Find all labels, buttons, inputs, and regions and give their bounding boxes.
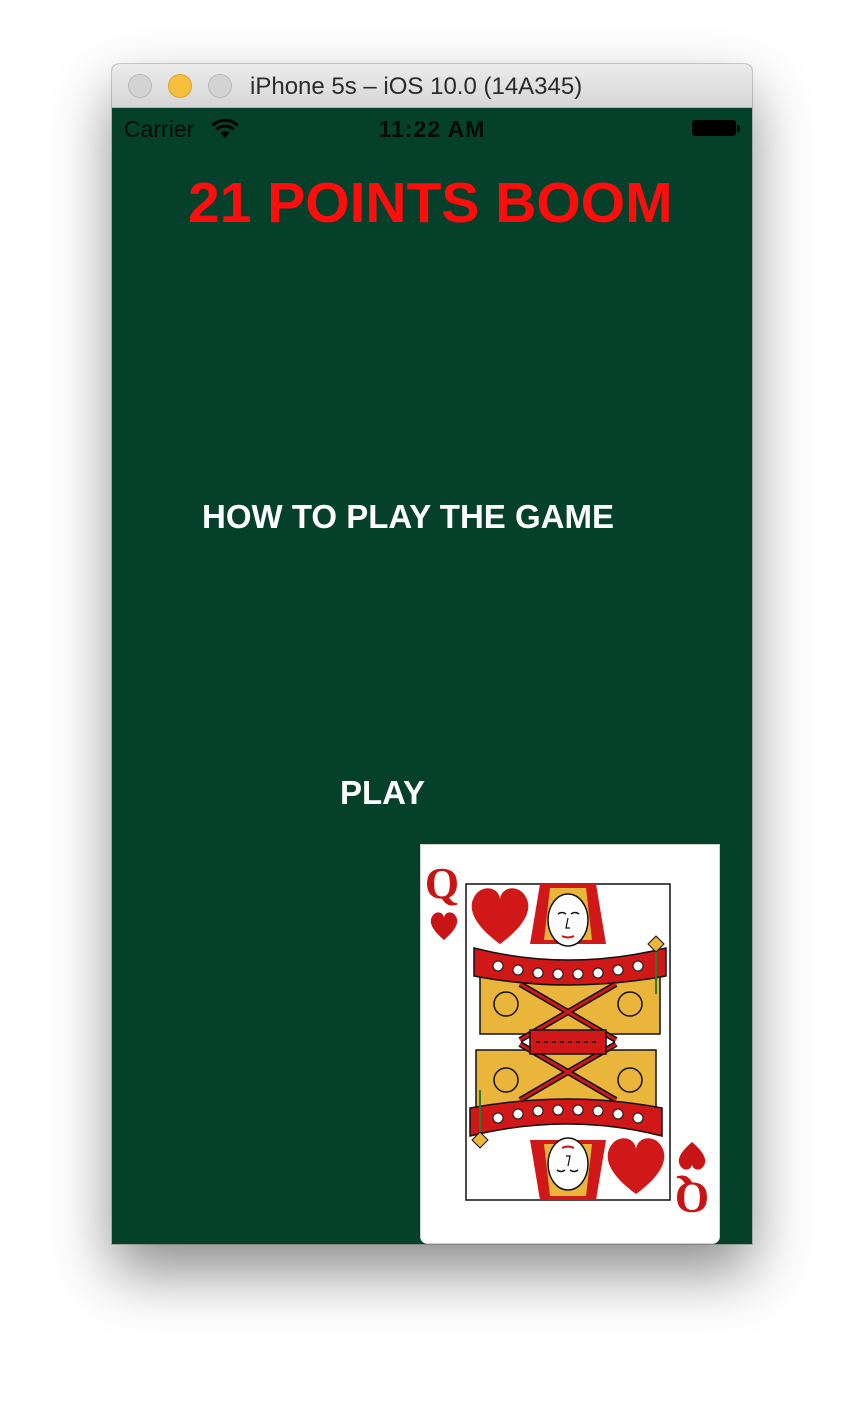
play-button[interactable]: PLAY [340, 774, 425, 812]
status-bar: Carrier 11:22 AM [112, 108, 752, 148]
zoom-window-button[interactable] [208, 74, 232, 98]
queen-of-hearts-card-image: Q Q [420, 844, 720, 1244]
game-title: 21 POINTS BOOM [188, 171, 673, 235]
how-to-play-button[interactable]: HOW TO PLAY THE GAME [112, 498, 728, 536]
card-rank-bottom: Q [675, 1173, 709, 1222]
clock-time: 11:22 AM [378, 116, 486, 142]
window-title: iPhone 5s – iOS 10.0 (14A345) [250, 73, 583, 100]
battery-icon [692, 120, 740, 136]
card-rank-top: Q [425, 859, 459, 908]
minimize-window-button[interactable] [168, 74, 192, 98]
window-titlebar[interactable]: iPhone 5s – iOS 10.0 (14A345) [112, 64, 752, 108]
device-screen: Carrier 11:22 AM 21 POINTS BOOM HOW TO P… [112, 108, 752, 1244]
simulator-window: iPhone 5s – iOS 10.0 (14A345) Carrier 11… [112, 64, 752, 1244]
close-window-button[interactable] [128, 74, 152, 98]
queen-of-hearts-card: Q Q [420, 844, 720, 1244]
